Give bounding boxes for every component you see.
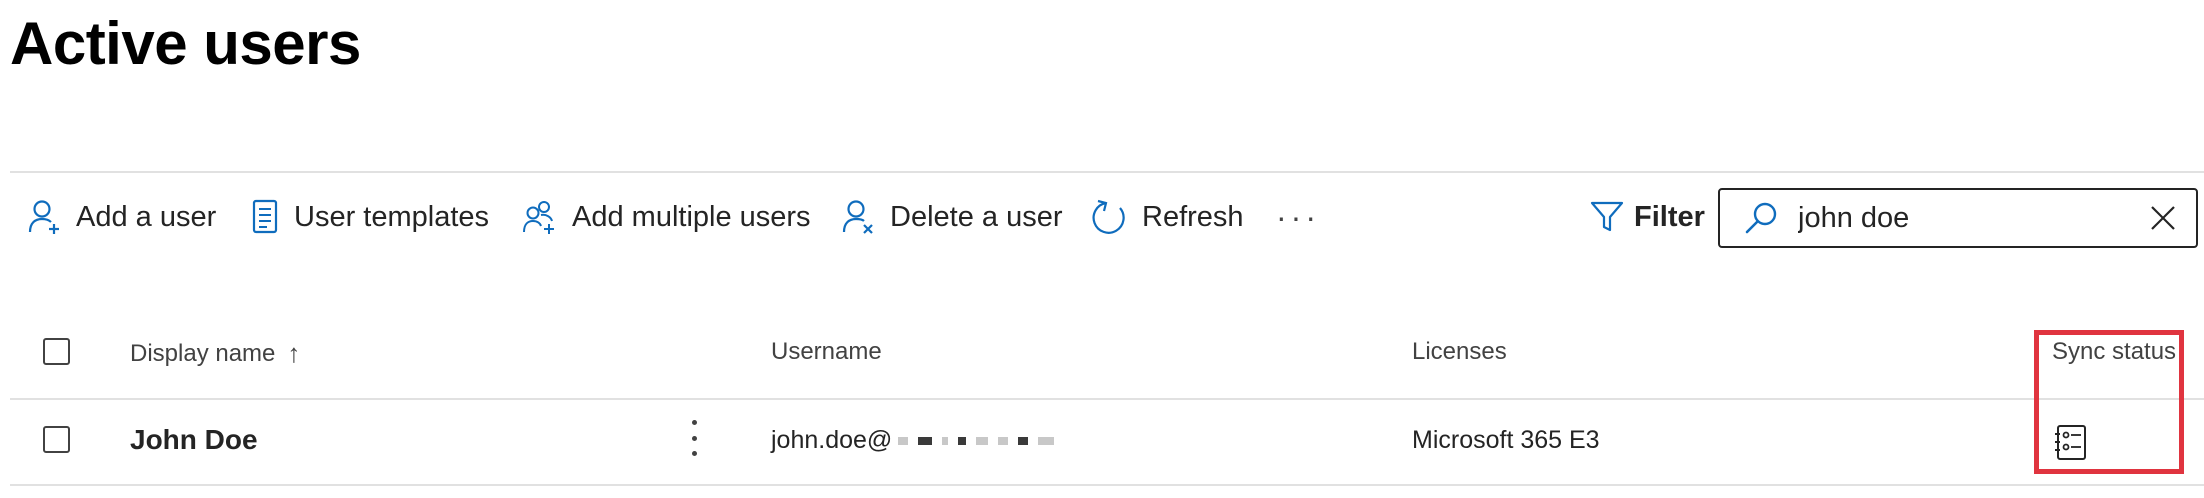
row-more-actions-icon[interactable]: [686, 416, 702, 460]
search-input[interactable]: [1798, 201, 2138, 235]
row-divider: [10, 484, 2204, 486]
filter-icon: [1590, 201, 1624, 232]
add-multiple-users-label: Add multiple users: [572, 200, 811, 233]
cloud-sync-list-icon[interactable]: [2054, 424, 2088, 462]
header-divider: [10, 171, 2204, 173]
column-header-licenses[interactable]: Licenses: [1412, 338, 1507, 366]
add-multiple-users-icon: [523, 201, 554, 234]
filter-label: Filter: [1634, 200, 1705, 233]
search-icon: [1744, 201, 1778, 235]
user-display-name-link[interactable]: John Doe: [130, 424, 258, 456]
filter-button[interactable]: Filter: [1590, 186, 1705, 248]
redacted-domain: [898, 436, 1055, 445]
add-user-label: Add a user: [76, 200, 217, 233]
refresh-button[interactable]: Refresh: [1092, 186, 1244, 248]
column-header-username[interactable]: Username: [771, 338, 882, 366]
more-actions-label: ···: [1276, 198, 1320, 235]
user-templates-label: User templates: [294, 200, 490, 233]
username-visible-part: john.doe@: [771, 426, 893, 454]
add-user-icon: [28, 200, 59, 234]
page-title: Active users: [10, 10, 361, 77]
user-templates-button[interactable]: User templates: [252, 186, 489, 248]
delete-user-label: Delete a user: [890, 200, 1063, 233]
table-row[interactable]: John Doe john.doe@ Microsoft 365 E3: [0, 400, 2204, 484]
more-actions-button[interactable]: ···: [1276, 186, 1320, 248]
delete-user-icon: [842, 200, 873, 234]
sort-ascending-icon: ↑: [287, 338, 301, 368]
add-multiple-users-button[interactable]: Add multiple users: [522, 186, 811, 248]
user-licenses: Microsoft 365 E3: [1412, 426, 1600, 454]
add-user-button[interactable]: Add a user: [28, 186, 216, 248]
column-header-sync-status[interactable]: Sync status: [2052, 338, 2176, 366]
display-name-header-label: Display name: [130, 339, 276, 367]
row-select-checkbox[interactable]: [43, 426, 70, 453]
clear-search-icon[interactable]: [2150, 205, 2176, 231]
refresh-icon: [1092, 199, 1125, 234]
select-all-checkbox[interactable]: [43, 338, 70, 365]
refresh-label: Refresh: [1142, 200, 1244, 233]
delete-user-button[interactable]: Delete a user: [842, 186, 1063, 248]
user-username: john.doe@: [771, 426, 1055, 455]
search-box[interactable]: [1718, 188, 2198, 248]
column-header-display-name[interactable]: Display name ↑: [130, 338, 300, 369]
template-document-icon: [252, 199, 278, 234]
table-header-row: Display name ↑ Username Licenses Sync st…: [0, 318, 2204, 398]
